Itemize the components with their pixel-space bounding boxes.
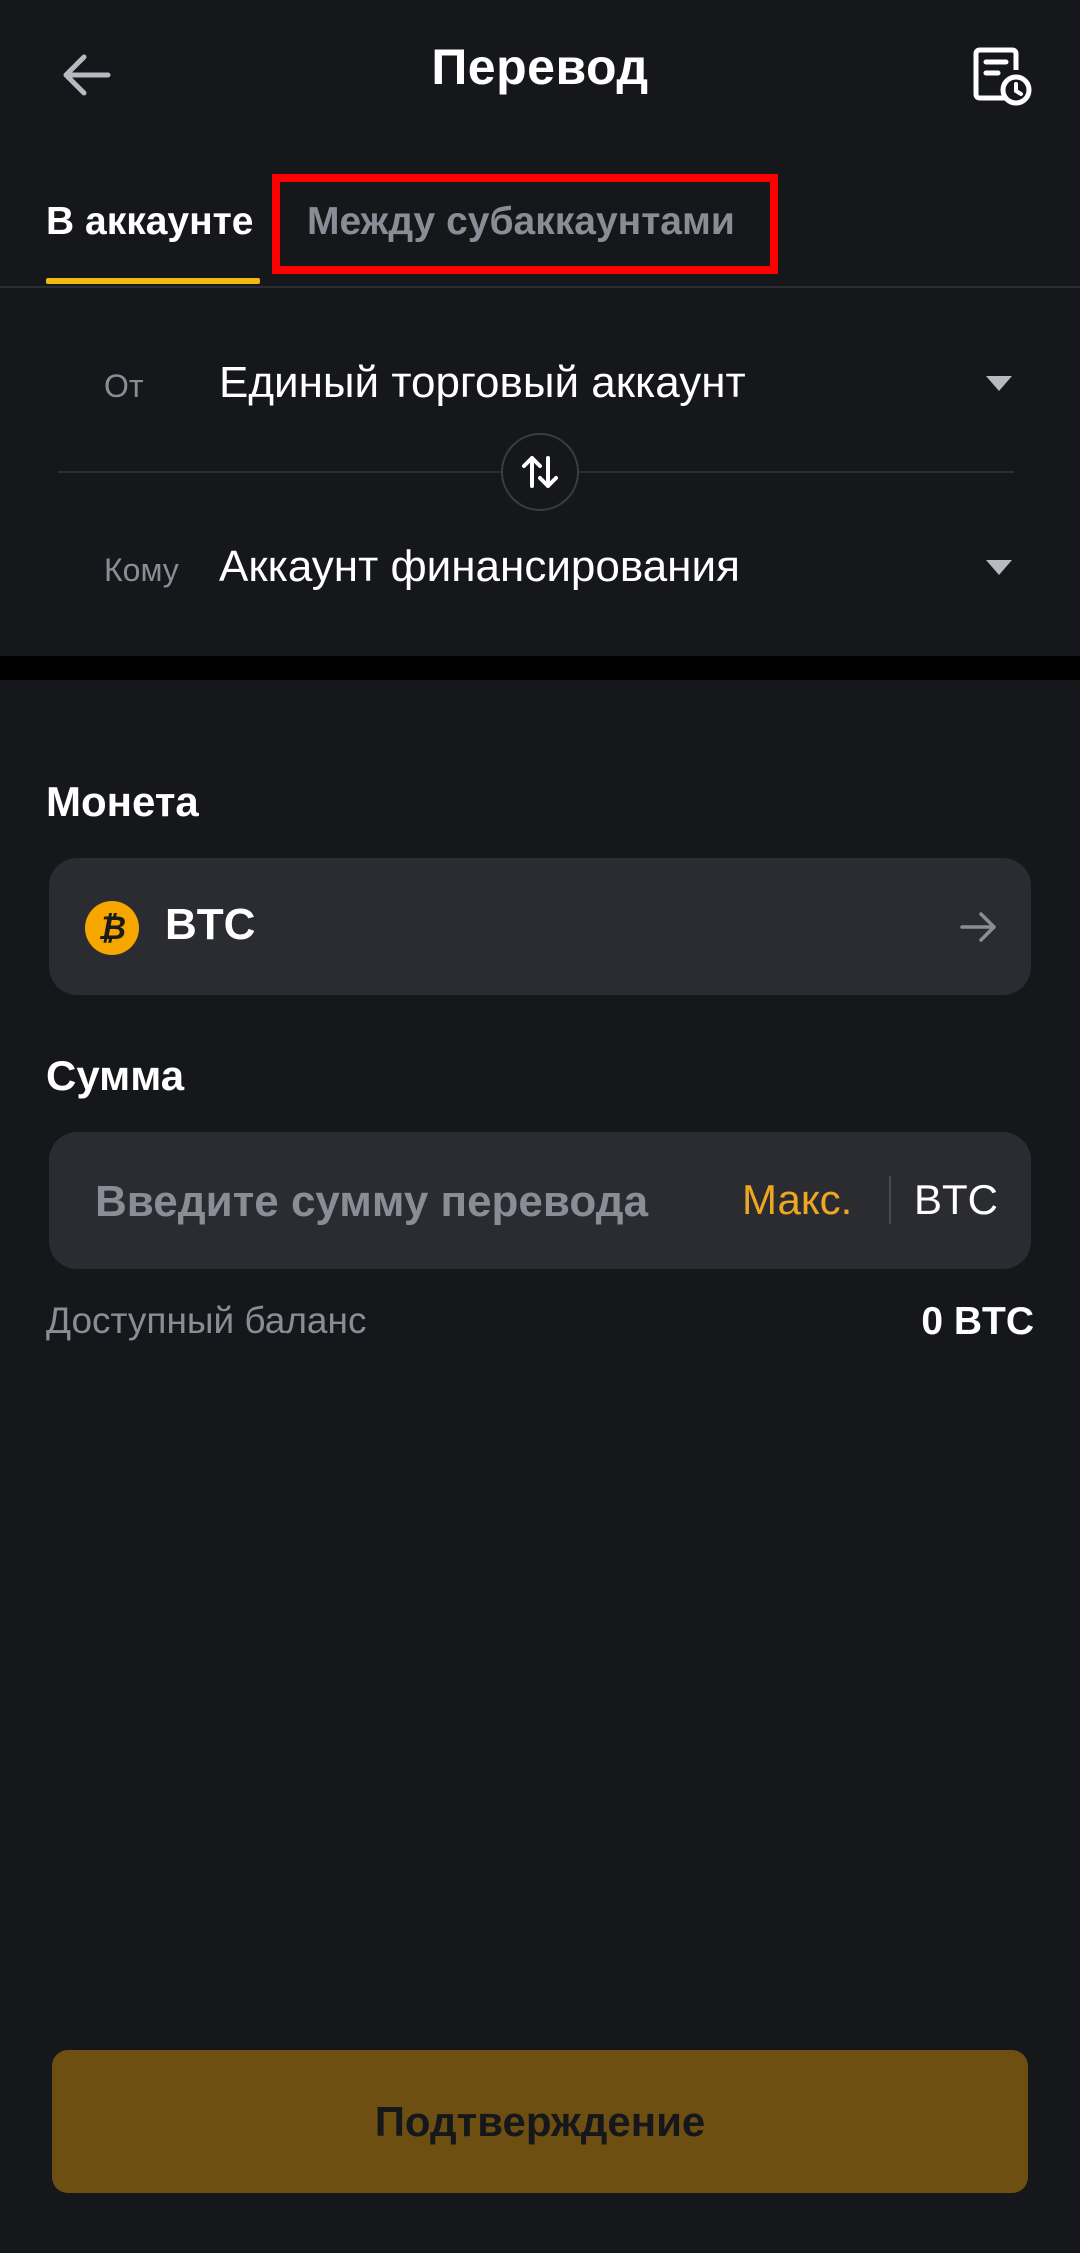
caret-down-icon [986, 376, 1012, 391]
section-divider [0, 656, 1080, 680]
amount-label: Сумма [46, 1052, 185, 1099]
amount-field: Макс. BTC [49, 1132, 1031, 1269]
from-account-select[interactable]: От Единый торговый аккаунт [0, 338, 1080, 438]
active-tab-indicator [46, 278, 260, 284]
confirm-button[interactable]: Подтверждение [52, 2050, 1028, 2193]
highlight-box [272, 174, 778, 274]
from-label: От [104, 368, 144, 404]
bitcoin-icon: ₿ [85, 901, 139, 955]
swap-vertical-icon [522, 456, 558, 488]
amount-input[interactable] [95, 1172, 715, 1232]
arrow-right-icon [960, 912, 996, 942]
confirm-button-label: Подтверждение [374, 2097, 706, 2145]
amount-unit: BTC [914, 1176, 998, 1223]
caret-down-icon [986, 560, 1012, 575]
max-button[interactable]: Макс. [742, 1176, 852, 1224]
header: Перевод [0, 0, 1080, 150]
to-label: Кому [104, 552, 179, 588]
transfer-tabs: В аккаунте Между субаккаунтами [0, 170, 1080, 288]
coin-symbol: BTC [165, 900, 256, 949]
transfer-screen: Перевод В аккаунте Между субаккаунтами О… [0, 0, 1080, 2253]
page-title: Перевод [431, 39, 649, 95]
from-account-value: Единый торговый аккаунт [219, 358, 746, 407]
available-balance-label: Доступный баланс [46, 1300, 367, 1341]
to-account-select[interactable]: Кому Аккаунт финансирования [0, 522, 1080, 622]
history-button[interactable] [960, 36, 1040, 116]
coin-select[interactable]: ₿ BTC [49, 858, 1031, 995]
swap-accounts-button[interactable] [501, 433, 579, 511]
account-selector: От Единый торговый аккаунт Кому Аккаунт … [0, 290, 1080, 656]
available-balance-value: 0 BTC [921, 1300, 1034, 1343]
coin-label: Монета [46, 778, 199, 825]
history-document-icon [973, 47, 1032, 106]
field-separator [889, 1176, 891, 1224]
to-account-value: Аккаунт финансирования [219, 542, 740, 591]
tab-within-account[interactable]: В аккаунте [46, 200, 253, 244]
